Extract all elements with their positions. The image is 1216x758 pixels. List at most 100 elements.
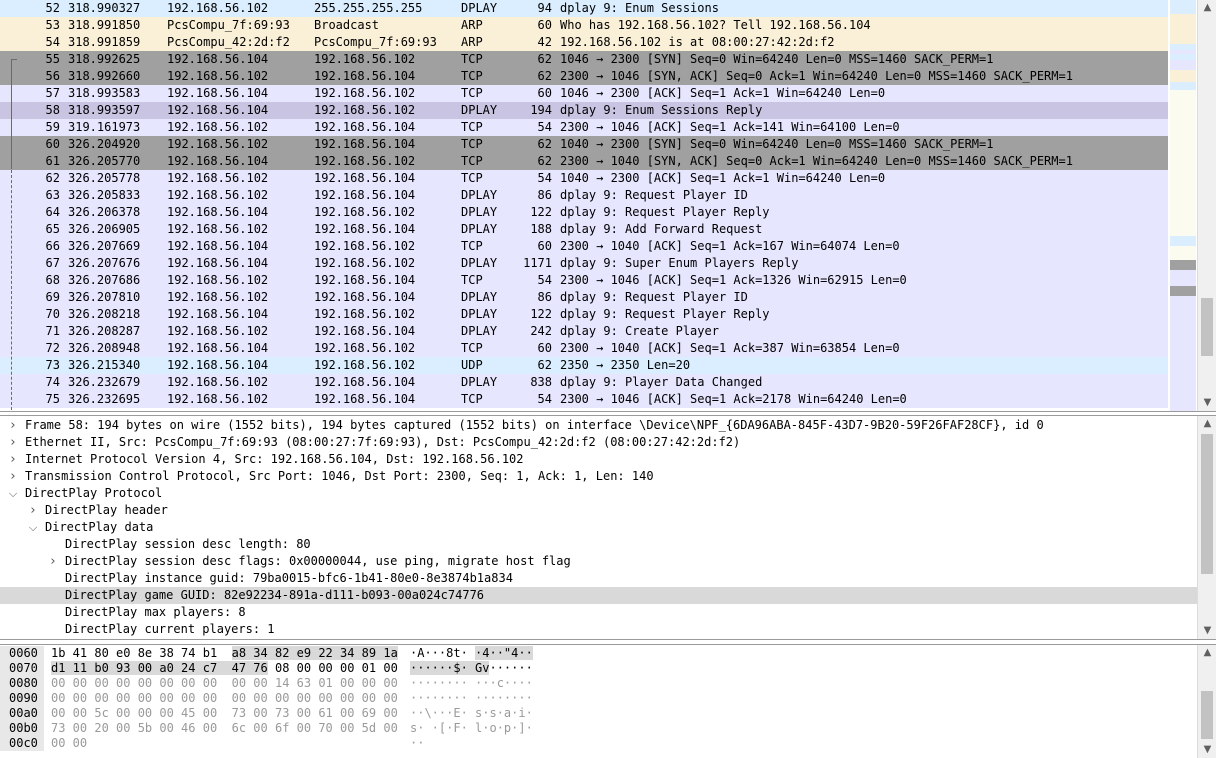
packet-protocol: TCP — [461, 154, 483, 168]
tree-row[interactable]: › Ethernet II, Src: PcsCompu_7f:69:93 (08… — [0, 434, 1197, 451]
packet-row[interactable]: 74 326.232679 192.168.56.102 192.168.56.104… — [0, 374, 1168, 391]
packet-row[interactable]: 56 318.992660 192.168.56.102 192.168.56.104… — [0, 68, 1168, 85]
packet-row[interactable]: 71 326.208287 192.168.56.102 192.168.56.104… — [0, 323, 1168, 340]
packet-number: 61 — [45, 154, 60, 168]
chevron-right-icon[interactable]: › — [7, 434, 19, 451]
hex-row[interactable]: 0070 d1 11 b0 93 00 a0 24 c7 47 76 08 00 … — [0, 661, 1197, 676]
packet-list: 52 318.990327 192.168.56.102 255.255.255.25… — [0, 0, 1168, 410]
tree-row[interactable]: › DirectPlay session desc flags: 0x000000… — [0, 553, 1197, 570]
tree-row-label: Ethernet II, Src: PcsCompu_7f:69:93 (08:… — [25, 435, 741, 449]
packet-row[interactable]: 69 326.207810 192.168.56.102 192.168.56.104… — [0, 289, 1168, 306]
packet-protocol: DPLAY — [461, 256, 498, 270]
chevron-down-icon[interactable]: ⌵ — [7, 485, 19, 502]
packet-row[interactable]: 68 326.207686 192.168.56.102 192.168.56.104… — [0, 272, 1168, 289]
hex-row[interactable]: 0090 00 00 00 00 00 00 00 00 00 00 00 00 … — [0, 691, 1197, 706]
chevron-right-icon[interactable]: › — [7, 451, 19, 468]
scroll-down-icon[interactable]: ▼ — [1198, 623, 1216, 639]
hex-offset: 00b0 — [0, 721, 44, 736]
packet-number: 67 — [45, 256, 60, 270]
tree-row[interactable]: DirectPlay current players: 1 — [0, 621, 1197, 638]
scroll-up-icon[interactable]: ▲ — [1198, 0, 1216, 16]
chevron-right-icon[interactable]: › — [27, 502, 39, 519]
packet-time: 318.990327 — [68, 1, 141, 15]
hex-bytes-second-half: 00 00 00 00 00 00 00 00 — [231, 691, 398, 705]
packet-number: 68 — [45, 273, 60, 287]
packet-list-scrollbar[interactable]: ▲ ▼ — [1197, 0, 1216, 411]
scroll-down-icon[interactable]: ▼ — [1198, 395, 1216, 411]
tree-row[interactable]: DirectPlay max players: 8 — [0, 604, 1197, 621]
packet-row[interactable]: 75 326.232695 192.168.56.102 192.168.56.104… — [0, 391, 1168, 408]
bytes-scrollbar[interactable]: ▲ ▼ — [1197, 645, 1216, 758]
packet-info: dplay 9: Add Forward Request — [560, 222, 763, 236]
scroll-up-icon[interactable]: ▲ — [1198, 416, 1216, 432]
tree-row[interactable]: ⌵ DirectPlay data — [0, 519, 1197, 536]
packet-row[interactable]: 62 326.205778 192.168.56.102 192.168.56.104… — [0, 170, 1168, 187]
tree-row[interactable]: › Frame 58: 194 bytes on wire (1552 bits)… — [0, 417, 1197, 434]
scroll-thumb[interactable] — [1201, 434, 1213, 574]
packet-row[interactable]: 65 326.206905 192.168.56.102 192.168.56.104… — [0, 221, 1168, 238]
packet-source: 192.168.56.104 — [167, 154, 269, 168]
hex-bytes: 00 00 — [51, 736, 102, 751]
tree-row[interactable]: › Internet Protocol Version 4, Src: 192.1… — [0, 451, 1197, 468]
ascii-second-half: ········ — [475, 691, 533, 705]
packet-info: dplay 9: Request Player ID — [560, 290, 748, 304]
tree-row[interactable]: › Transmission Control Protocol, Src Port… — [0, 468, 1197, 485]
chevron-right-icon[interactable]: › — [47, 553, 59, 570]
packet-row[interactable]: 55 318.992625 192.168.56.104 192.168.56.102… — [0, 51, 1168, 68]
scroll-thumb[interactable] — [1201, 691, 1213, 739]
hex-row[interactable]: 0060 1b 41 80 e0 8e 38 74 b1 a8 34 82 e9 … — [0, 646, 1197, 661]
scroll-thumb[interactable] — [1201, 298, 1213, 356]
packet-info: 192.168.56.102 is at 08:00:27:42:2d:f2 — [560, 35, 835, 49]
hex-row[interactable]: 00c0 00 00 ·· — [0, 736, 1197, 751]
packet-info: 2300 → 1040 [ACK] Seq=1 Ack=167 Win=6407… — [560, 239, 900, 253]
packet-row[interactable]: 60 326.204920 192.168.56.102 192.168.56.104… — [0, 136, 1168, 153]
packet-length: 60 — [537, 341, 552, 355]
packet-row[interactable]: 59 319.161973 192.168.56.102 192.168.56.104… — [0, 119, 1168, 136]
packet-row[interactable]: 72 326.208948 192.168.56.104 192.168.56.102… — [0, 340, 1168, 357]
ascii-second-half: l·o·p·]· — [475, 721, 533, 735]
packet-row[interactable]: 57 318.993583 192.168.56.104 192.168.56.102… — [0, 85, 1168, 102]
packet-row[interactable]: 52 318.990327 192.168.56.102 255.255.255.25… — [0, 0, 1168, 17]
packet-destination: 192.168.56.102 — [314, 358, 416, 372]
packet-row[interactable]: 73 326.215340 192.168.56.104 192.168.56.102… — [0, 357, 1168, 374]
packet-row[interactable]: 70 326.208218 192.168.56.104 192.168.56.102… — [0, 306, 1168, 323]
chevron-right-icon[interactable]: › — [7, 417, 19, 434]
packet-minimap[interactable] — [1170, 0, 1196, 411]
packet-time: 326.206905 — [68, 222, 141, 236]
packet-row[interactable]: 54 318.991859 PcsCompu_42:2d:f2 PcsCompu_7f… — [0, 34, 1168, 51]
packet-source: 192.168.56.104 — [167, 52, 269, 66]
hex-row[interactable]: 00b0 73 00 20 00 5b 00 46 00 6c 00 6f 00 … — [0, 721, 1197, 736]
tree-row[interactable]: DirectPlay session desc length: 80 — [0, 536, 1197, 553]
packet-row[interactable]: 63 326.205833 192.168.56.102 192.168.56.104… — [0, 187, 1168, 204]
hex-row[interactable]: 0080 00 00 00 00 00 00 00 00 00 00 14 63 … — [0, 676, 1197, 691]
packet-destination: 192.168.56.104 — [314, 222, 416, 236]
ascii-rest: ······ — [489, 661, 533, 675]
details-scrollbar[interactable]: ▲ ▼ — [1197, 416, 1216, 639]
packet-protocol: ARP — [461, 18, 483, 32]
hex-row[interactable]: 00a0 00 00 5c 00 00 00 45 00 73 00 73 00 … — [0, 706, 1197, 721]
ascii-highlight: Gv — [475, 661, 490, 675]
tree-row-label: DirectPlay session desc length: 80 — [65, 537, 311, 551]
minimap-band — [1170, 14, 1196, 44]
packet-row[interactable]: 64 326.206378 192.168.56.104 192.168.56.102… — [0, 204, 1168, 221]
packet-row[interactable]: 67 326.207676 192.168.56.104 192.168.56.102… — [0, 255, 1168, 272]
packet-row-selected[interactable]: 58 318.993597 192.168.56.104 192.168.56.102… — [0, 102, 1168, 119]
tree-row-selected[interactable]: DirectPlay game GUID: 82e92234-891a-d111… — [0, 587, 1197, 604]
packet-info: 1046 → 2300 [ACK] Seq=1 Ack=1 Win=64240 … — [560, 86, 886, 100]
scroll-up-icon[interactable]: ▲ — [1198, 645, 1216, 661]
hex-ascii: ·· — [410, 736, 432, 751]
packet-destination: Broadcast — [314, 18, 380, 32]
chevron-down-icon[interactable]: ⌵ — [27, 519, 39, 536]
minimap-band — [1170, 82, 1196, 90]
tree-row[interactable]: ⌵ DirectPlay Protocol — [0, 485, 1197, 502]
tree-row[interactable]: DirectPlay instance guid: 79ba0015-bfc6-… — [0, 570, 1197, 587]
packet-row[interactable]: 53 318.991850 PcsCompu_7f:69:93 Broadcast AR… — [0, 17, 1168, 34]
chevron-right-icon[interactable]: › — [7, 468, 19, 485]
hex-gap — [217, 721, 231, 735]
packet-time: 318.991850 — [68, 18, 141, 32]
packet-row[interactable]: 61 326.205770 192.168.56.104 192.168.56.102… — [0, 153, 1168, 170]
tree-row[interactable]: › DirectPlay header — [0, 502, 1197, 519]
packet-row[interactable]: 66 326.207669 192.168.56.104 192.168.56.102… — [0, 238, 1168, 255]
packet-info: 1040 → 2300 [ACK] Seq=1 Ack=1 Win=64240 … — [560, 171, 886, 185]
scroll-down-icon[interactable]: ▼ — [1198, 742, 1216, 758]
